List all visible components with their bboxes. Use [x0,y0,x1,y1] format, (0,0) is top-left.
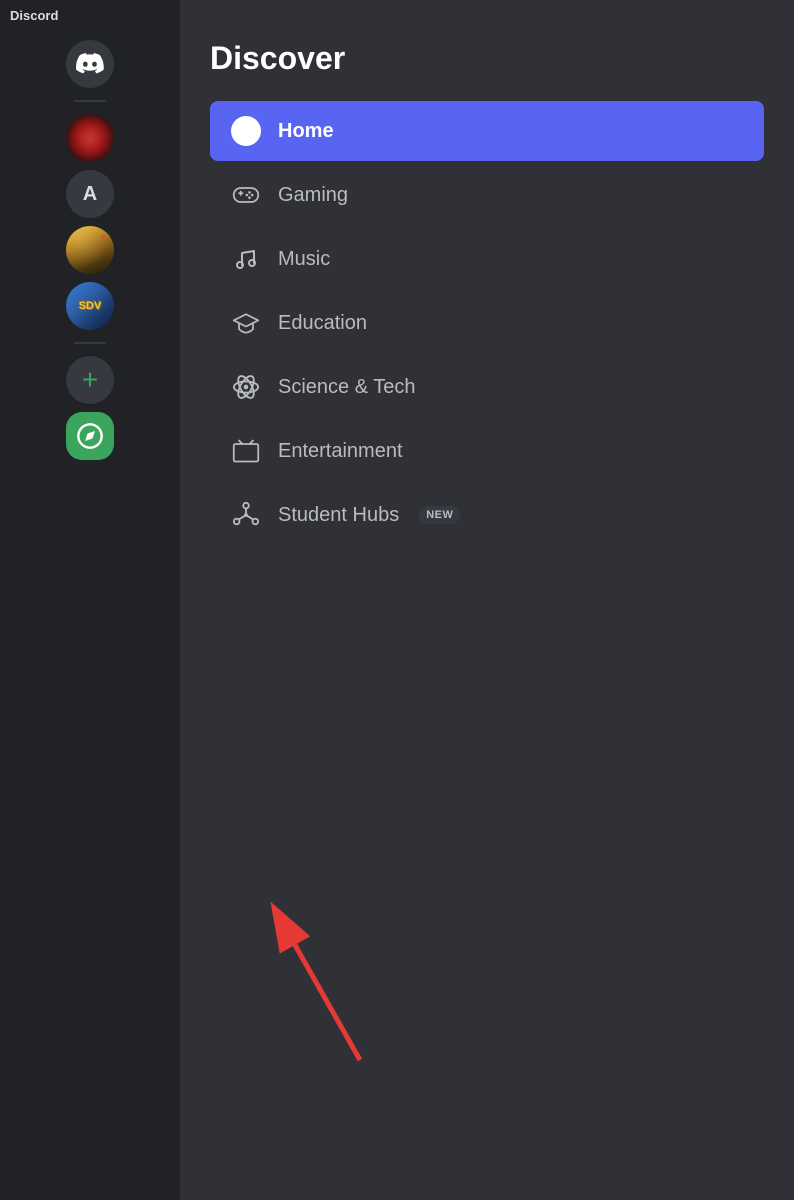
app-title: Discord [10,8,58,23]
title-bar: Discord [0,0,180,30]
nav-icon-gaming [230,179,262,211]
compass-circle [231,116,261,146]
heart-accent: ♥ [101,232,106,242]
sidebar-item-server1[interactable] [66,114,114,162]
game-avatar-inner: ♥ [66,226,114,274]
nav-item-gaming[interactable]: Gaming [210,165,764,225]
nav-label-music: Music [278,248,330,271]
discover-title: Discover [210,40,764,77]
sidebar: A ♥ SDV + [0,0,180,1200]
sidebar-divider-1 [74,100,106,102]
sidebar-item-sdv[interactable]: SDV [66,282,114,330]
app-container: Discord A ♥ SDV [0,0,794,1200]
sidebar-item-discord-home[interactable] [66,40,114,88]
nav-label-entertainment: Entertainment [278,440,403,463]
avatar-highlight [66,226,114,274]
compass-nav-icon [232,117,260,145]
nav-icon-student-hubs [230,499,262,531]
main-content: Discover Home [180,0,794,1200]
nav-icon-science-tech [230,371,262,403]
atom-icon [232,373,260,401]
nav-item-student-hubs[interactable]: Student Hubs NEW [210,485,764,545]
nav-label-home: Home [278,120,334,143]
gamepad-icon [232,181,260,209]
new-badge: NEW [419,506,460,524]
sidebar-divider-2 [74,342,106,344]
nav-icon-entertainment [230,435,262,467]
nav-icon-music [230,243,262,275]
sidebar-item-game-avatar[interactable]: ♥ [66,226,114,274]
nav-item-music[interactable]: Music [210,229,764,289]
nav-icon-education [230,307,262,339]
tv-icon [232,437,260,465]
compass-icon [76,422,104,450]
sidebar-item-server-a[interactable]: A [66,170,114,218]
server-a-label: A [83,183,97,206]
sdv-label: SDV [79,301,102,312]
add-server-icon: + [82,364,98,396]
nav-item-home[interactable]: Home [210,101,764,161]
nav-item-education[interactable]: Education [210,293,764,353]
sidebar-item-add-server[interactable]: + [66,356,114,404]
nav-label-education: Education [278,312,367,335]
nav-item-entertainment[interactable]: Entertainment [210,421,764,481]
nav-item-science-tech[interactable]: Science & Tech [210,357,764,417]
network-icon [232,501,260,529]
sidebar-item-discover[interactable] [66,412,114,460]
graduation-cap-icon [232,309,260,337]
music-note-icon [232,245,260,273]
nav-icon-home [230,115,262,147]
discord-logo-icon [76,50,104,78]
nav-label-science-tech: Science & Tech [278,376,416,399]
nav-label-gaming: Gaming [278,184,348,207]
nav-label-student-hubs: Student Hubs [278,504,399,527]
discover-nav: Home Gaming [210,101,764,545]
